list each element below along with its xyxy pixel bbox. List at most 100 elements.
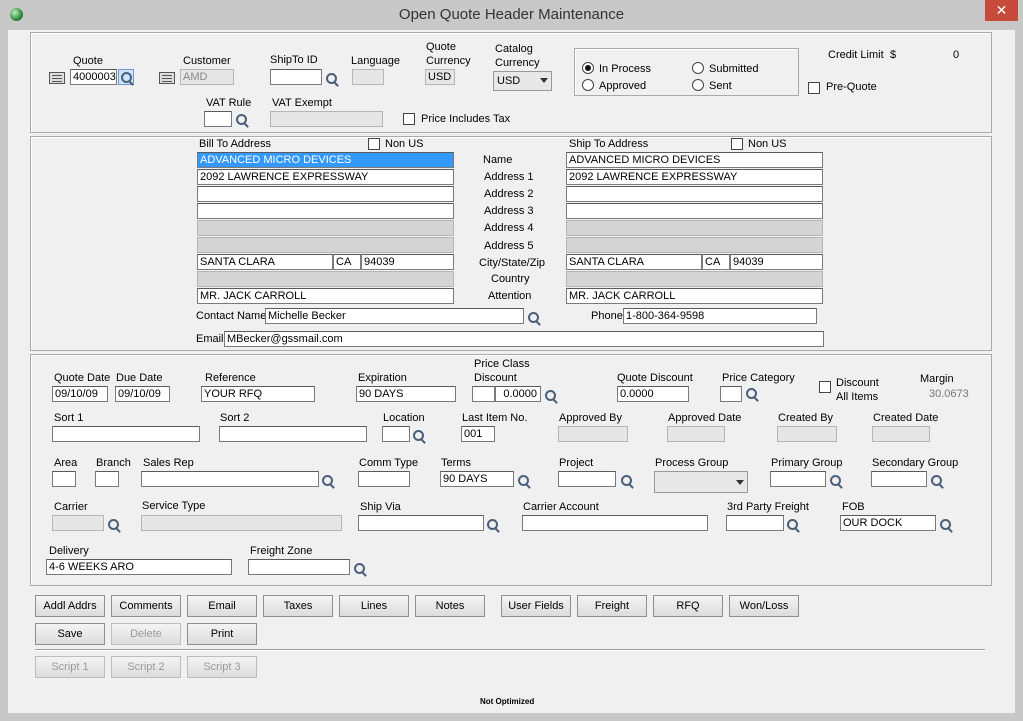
sales-rep-input[interactable] <box>141 471 319 487</box>
shipto-id-input[interactable] <box>270 69 322 85</box>
area-input[interactable] <box>52 471 76 487</box>
carrier-input[interactable] <box>52 515 104 531</box>
carrier-lookup-icon[interactable] <box>106 517 122 533</box>
branch-input[interactable] <box>95 471 119 487</box>
ship-city-input[interactable]: SANTA CLARA <box>566 254 702 270</box>
created-date-input[interactable] <box>872 426 930 442</box>
ship-address1-input[interactable]: 2092 LAWRENCE EXPRESSWAY <box>566 169 823 185</box>
ship-name-input[interactable]: ADVANCED MICRO DEVICES <box>566 152 823 168</box>
ship-via-lookup-icon[interactable] <box>485 517 501 533</box>
bill-address5-input[interactable] <box>197 237 454 253</box>
secondary-group-lookup-icon[interactable] <box>929 473 945 489</box>
bill-city-input[interactable]: SANTA CLARA <box>197 254 333 270</box>
discount-all-items-checkbox[interactable] <box>819 381 831 393</box>
terms-lookup-icon[interactable] <box>516 473 532 489</box>
price-category-input[interactable] <box>720 386 742 402</box>
fob-input[interactable]: OUR DOCK <box>840 515 936 531</box>
primary-group-lookup-icon[interactable] <box>828 473 844 489</box>
script1-button[interactable]: Script 1 <box>35 656 105 678</box>
rfq-button[interactable]: RFQ <box>653 595 723 617</box>
close-button[interactable]: ✕ <box>985 0 1018 21</box>
notes-button[interactable]: Notes <box>415 595 485 617</box>
carrier-account-input[interactable] <box>522 515 708 531</box>
catalog-currency-select[interactable]: USD <box>493 71 552 91</box>
ship-country-input[interactable] <box>566 271 823 287</box>
save-button[interactable]: Save <box>35 623 105 645</box>
bill-attention-input[interactable]: MR. JACK CARROLL <box>197 288 454 304</box>
customer-card-icon[interactable] <box>159 72 175 84</box>
lines-button[interactable]: Lines <box>339 595 409 617</box>
ship-state-input[interactable]: CA <box>702 254 730 270</box>
status-approved-radio[interactable] <box>582 79 594 91</box>
quote-input[interactable]: 4000003 <box>70 69 117 85</box>
bill-address1-input[interactable]: 2092 LAWRENCE EXPRESSWAY <box>197 169 454 185</box>
fob-lookup-icon[interactable] <box>938 517 954 533</box>
status-sent-radio[interactable] <box>692 79 704 91</box>
ship-address2-input[interactable] <box>566 186 823 202</box>
script2-button[interactable]: Script 2 <box>111 656 181 678</box>
freight-button[interactable]: Freight <box>577 595 647 617</box>
bill-address2-input[interactable] <box>197 186 454 202</box>
customer-input[interactable]: AMD <box>180 69 234 85</box>
sales-rep-lookup-icon[interactable] <box>320 473 336 489</box>
taxes-button[interactable]: Taxes <box>263 595 333 617</box>
status-in-process-radio[interactable] <box>582 62 594 74</box>
third-party-freight-lookup-icon[interactable] <box>785 517 801 533</box>
delivery-input[interactable]: 4-6 WEEKS ARO <box>46 559 232 575</box>
comm-type-input[interactable] <box>358 471 410 487</box>
primary-group-input[interactable] <box>770 471 826 487</box>
ship-non-us-checkbox[interactable] <box>731 138 743 150</box>
email-input[interactable]: MBecker@gssmail.com <box>224 331 824 347</box>
reference-input[interactable]: YOUR RFQ <box>201 386 315 402</box>
bill-address4-input[interactable] <box>197 220 454 236</box>
language-input[interactable] <box>352 69 384 85</box>
ship-via-input[interactable] <box>358 515 484 531</box>
user-fields-button[interactable]: User Fields <box>501 595 571 617</box>
bill-country-input[interactable] <box>197 271 454 287</box>
bill-address3-input[interactable] <box>197 203 454 219</box>
price-includes-tax-checkbox[interactable] <box>403 113 415 125</box>
due-date-input[interactable]: 09/10/09 <box>115 386 170 402</box>
ship-address3-input[interactable] <box>566 203 823 219</box>
approved-date-input[interactable] <box>667 426 725 442</box>
last-item-no-input[interactable]: 001 <box>461 426 495 442</box>
ship-attention-input[interactable]: MR. JACK CARROLL <box>566 288 823 304</box>
vat-rule-lookup-icon[interactable] <box>234 112 250 128</box>
won-loss-button[interactable]: Won/Loss <box>729 595 799 617</box>
quote-lookup-icon[interactable] <box>118 69 134 85</box>
sort1-input[interactable] <box>52 426 200 442</box>
project-input[interactable] <box>558 471 616 487</box>
bill-zip-input[interactable]: 94039 <box>361 254 454 270</box>
price-class-discount-input[interactable]: 0.0000 <box>495 386 541 402</box>
ship-zip-input[interactable]: 94039 <box>730 254 823 270</box>
bill-name-input[interactable]: ADVANCED MICRO DEVICES <box>197 152 454 168</box>
vat-rule-input[interactable] <box>204 111 232 127</box>
secondary-group-input[interactable] <box>871 471 927 487</box>
contact-name-input[interactable]: Michelle Becker <box>265 308 524 324</box>
pre-quote-checkbox[interactable] <box>808 82 820 94</box>
service-type-input[interactable] <box>141 515 342 531</box>
price-class-input[interactable] <box>472 386 495 402</box>
quote-date-input[interactable]: 09/10/09 <box>52 386 108 402</box>
freight-zone-input[interactable] <box>248 559 350 575</box>
location-lookup-icon[interactable] <box>411 428 427 444</box>
ship-address5-input[interactable] <box>566 237 823 253</box>
created-by-input[interactable] <box>777 426 837 442</box>
location-input[interactable] <box>382 426 410 442</box>
freight-zone-lookup-icon[interactable] <box>352 561 368 577</box>
script3-button[interactable]: Script 3 <box>187 656 257 678</box>
quote-card-icon[interactable] <box>49 72 65 84</box>
bill-state-input[interactable]: CA <box>333 254 361 270</box>
process-group-select[interactable] <box>654 471 748 493</box>
status-submitted-radio[interactable] <box>692 62 704 74</box>
project-lookup-icon[interactable] <box>619 473 635 489</box>
approved-by-input[interactable] <box>558 426 628 442</box>
bill-non-us-checkbox[interactable] <box>368 138 380 150</box>
contact-lookup-icon[interactable] <box>526 310 542 326</box>
delete-button[interactable]: Delete <box>111 623 181 645</box>
ship-address4-input[interactable] <box>566 220 823 236</box>
expiration-input[interactable]: 90 DAYS <box>356 386 456 402</box>
phone-input[interactable]: 1-800-364-9598 <box>623 308 817 324</box>
email-button[interactable]: Email <box>187 595 257 617</box>
vat-exempt-input[interactable] <box>270 111 383 127</box>
